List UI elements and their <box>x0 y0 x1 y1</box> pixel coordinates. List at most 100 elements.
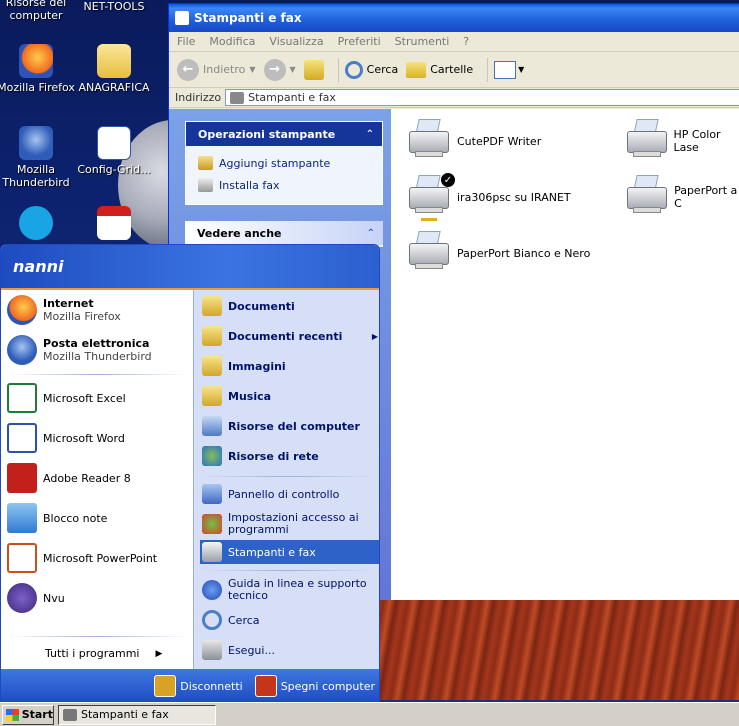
pinned-email[interactable]: Posta elettronica Mozilla Thunderbird <box>7 332 152 368</box>
start-menu-places: Documenti Documenti recenti ▶ Immagini M… <box>193 290 379 669</box>
printer-item-default[interactable]: ✓ ira306psc su IRANET <box>405 173 571 221</box>
printer-name: PaperPort Bianco e Nero <box>457 246 591 260</box>
start-button[interactable]: Start <box>2 704 54 725</box>
toolbar-separator <box>487 57 489 82</box>
printer-icon <box>405 229 453 277</box>
search-icon <box>344 60 363 79</box>
window-titlebar[interactable]: Stampanti e fax <box>169 4 739 32</box>
recent-word[interactable]: Microsoft Word <box>7 420 125 456</box>
search-icon <box>202 610 222 630</box>
desktop-icon-pdf[interactable] <box>74 206 154 243</box>
place-impostazioni-programmi[interactable]: Impostazioni accesso ai programmi <box>202 512 378 536</box>
recent-label: Microsoft Word <box>43 431 125 445</box>
start-menu-footer: Disconnetti Spegni computer <box>1 669 379 701</box>
printer-icon <box>623 117 669 165</box>
place-label: Cerca <box>228 613 260 627</box>
recent-powerpoint[interactable]: Microsoft PowerPoint <box>7 540 157 576</box>
menu-preferiti[interactable]: Preferiti <box>338 35 381 48</box>
logoff-label: Disconnetti <box>180 679 243 693</box>
desktop-icon-config-grid[interactable]: Config-Grid... <box>74 126 154 176</box>
place-documenti-recenti[interactable]: Documenti recenti ▶ <box>202 326 378 346</box>
notepad-icon <box>7 503 37 533</box>
printer-tasks-title: Operazioni stampante <box>198 127 336 141</box>
desktop-icon-firefox[interactable]: Mozilla Firefox <box>0 44 76 94</box>
recent-adobe-reader[interactable]: Adobe Reader 8 <box>7 460 131 496</box>
desktop-icon-anagrafica[interactable]: ANAGRAFICA <box>74 44 154 94</box>
recent-label: Blocco note <box>43 511 108 525</box>
powerpoint-icon <box>7 543 37 573</box>
place-risorse-computer[interactable]: Risorse del computer <box>202 416 378 436</box>
start-menu-header: nanni <box>1 245 379 290</box>
collapse-chevron-icon: ⌃ <box>365 128 374 140</box>
views-button[interactable]: ▼ <box>494 60 524 79</box>
menu-visualizza[interactable]: Visualizza <box>269 35 323 48</box>
task-add-printer[interactable]: Aggiungi stampante <box>186 152 382 174</box>
desktop-icon-skype[interactable] <box>0 206 76 243</box>
all-programs-button[interactable]: Tutti i programmi ▶ <box>45 647 162 660</box>
desktop-icon-net-tools[interactable]: NET-TOOLS <box>74 0 154 13</box>
desktop-icon-label: Mozilla Firefox <box>0 81 75 94</box>
help-icon <box>202 580 222 600</box>
place-stampanti-fax[interactable]: Stampanti e fax <box>200 540 379 564</box>
address-input[interactable]: Stampanti e fax <box>225 89 739 106</box>
printer-item[interactable]: PaperPort a C <box>623 173 739 221</box>
forward-arrow-icon: → <box>263 58 286 81</box>
arrow-right-icon: ▶ <box>155 648 163 659</box>
task-install-fax[interactable]: Installa fax <box>186 174 382 196</box>
thunderbird-icon <box>7 335 37 365</box>
menu-help[interactable]: ? <box>463 35 469 48</box>
place-documenti[interactable]: Documenti <box>202 296 378 316</box>
recent-excel[interactable]: Microsoft Excel <box>7 380 126 416</box>
forward-button[interactable]: → ▼ <box>263 58 296 81</box>
recent-label: Nvu <box>43 591 65 605</box>
word-document-icon <box>97 126 131 160</box>
run-icon <box>202 640 222 660</box>
see-also-title: Vedere anche <box>197 226 282 240</box>
search-button[interactable]: Cerca <box>344 60 398 79</box>
place-immagini[interactable]: Immagini <box>202 356 378 376</box>
back-label: Indietro <box>203 63 246 76</box>
desktop-icon-my-computer[interactable]: Risorse del computer <box>0 0 76 22</box>
shutdown-button[interactable]: Spegni computer <box>254 675 375 697</box>
windows-logo-icon <box>6 708 19 721</box>
folders-button[interactable]: Cartelle <box>406 61 473 78</box>
recent-nvu[interactable]: Nvu <box>7 580 65 616</box>
menu-file[interactable]: File <box>177 35 195 48</box>
printer-tasks-header[interactable]: Operazioni stampante ⌃ <box>186 122 382 146</box>
recent-label: Microsoft PowerPoint <box>43 551 158 565</box>
printer-item[interactable]: PaperPort Bianco e Nero <box>405 229 590 277</box>
desktop-icon-thunderbird[interactable]: Mozilla Thunderbird <box>0 126 76 189</box>
folder-recent-icon <box>202 326 222 346</box>
place-pannello-controllo[interactable]: Pannello di controllo <box>202 484 378 504</box>
place-label: Guida in linea e supporto tecnico <box>228 577 367 602</box>
task-label: Aggiungi stampante <box>219 156 331 170</box>
recent-notepad[interactable]: Blocco note <box>7 500 107 536</box>
logoff-button[interactable]: Disconnetti <box>154 675 243 697</box>
pinned-sub: Mozilla Thunderbird <box>43 350 152 363</box>
chevron-down-icon: ▼ <box>249 65 256 74</box>
menu-strumenti[interactable]: Strumenti <box>395 35 450 48</box>
pinned-title: Internet <box>43 297 94 310</box>
place-risorse-rete[interactable]: Risorse di rete <box>202 446 378 466</box>
taskbar-app-printers[interactable]: Stampanti e fax <box>58 704 216 725</box>
key-icon <box>154 675 177 697</box>
up-folder-button[interactable] <box>303 59 324 80</box>
printer-item[interactable]: HP Color Lase <box>623 117 739 165</box>
place-label: Documenti <box>228 299 295 313</box>
program-access-icon <box>202 514 222 534</box>
place-esegui[interactable]: Esegui... <box>202 640 378 660</box>
printer-item[interactable]: CutePDF Writer <box>405 117 541 165</box>
toolbar-separator <box>337 57 339 82</box>
see-also-header[interactable]: Vedere anche ⌃ <box>185 221 383 245</box>
pinned-internet[interactable]: Internet Mozilla Firefox <box>7 292 121 328</box>
collapse-chevron-icon: ⌃ <box>366 227 375 239</box>
power-icon <box>254 675 277 697</box>
menu-modifica[interactable]: Modifica <box>209 35 255 48</box>
place-guida[interactable]: Guida in linea e supporto tecnico <box>202 578 378 602</box>
place-cerca[interactable]: Cerca <box>202 610 378 630</box>
place-label: Risorse del computer <box>228 419 360 433</box>
desktop-icon-label: ANAGRAFICA <box>78 81 150 94</box>
place-musica[interactable]: Musica <box>202 386 378 406</box>
recent-label: Adobe Reader 8 <box>43 471 131 485</box>
back-button[interactable]: ← Indietro ▼ <box>177 58 256 81</box>
